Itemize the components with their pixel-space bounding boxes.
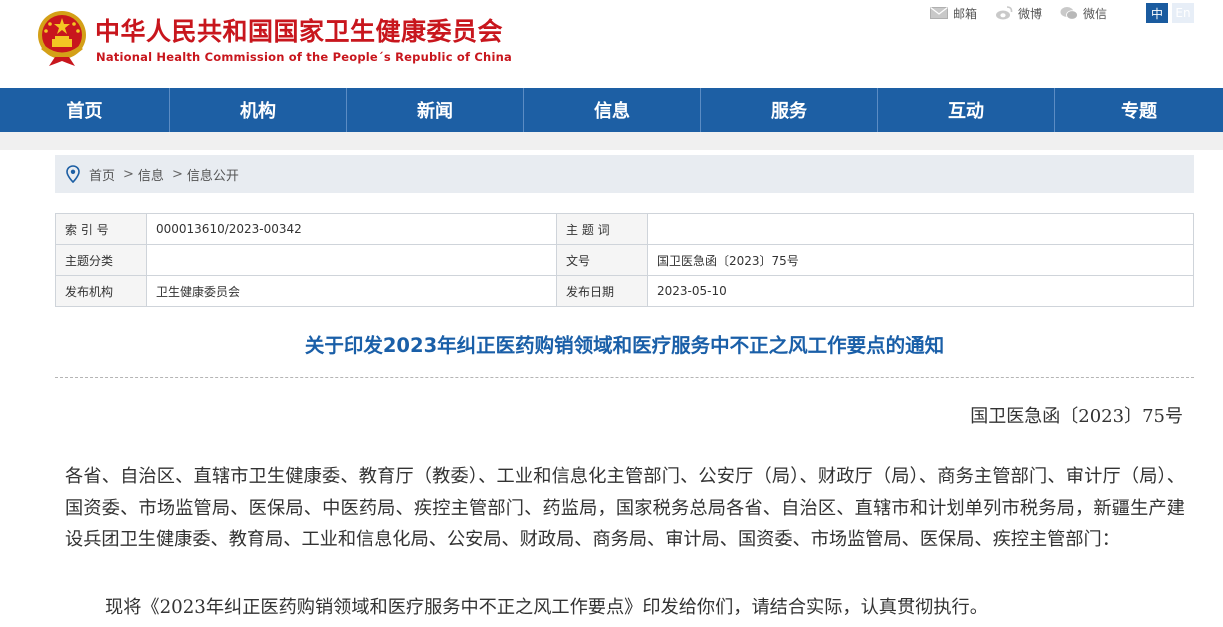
document-title: 关于印发2023年纠正医药购销领域和医疗服务中不正之风工作要点的通知 (304, 334, 945, 357)
top-links: 邮箱 微博 微信 (930, 4, 1125, 22)
nav-item-topics[interactable]: 专题 (1055, 88, 1223, 132)
wechat-icon (1060, 7, 1078, 20)
nav-item-services[interactable]: 服务 (701, 88, 878, 132)
mail-icon (930, 7, 948, 19)
mail-link-label: 邮箱 (953, 6, 978, 21)
breadcrumb-item-disclosure[interactable]: 信息公开 (187, 165, 239, 184)
breadcrumb: 首页 > 信息 > 信息公开 (55, 155, 1194, 193)
table-row: 索 引 号 000013610/2023-00342 主 题 词 (55, 213, 1194, 245)
meta-label: 主 题 词 (556, 213, 648, 245)
site-title: 中华人民共和国国家卫生健康委员会 (95, 17, 504, 46)
weibo-icon (996, 6, 1013, 20)
nav-item-organization[interactable]: 机构 (170, 88, 347, 132)
nav-item-news[interactable]: 新闻 (347, 88, 524, 132)
document-meta-table: 索 引 号 000013610/2023-00342 主 题 词 主题分类 文号… (55, 213, 1194, 307)
breadcrumb-separator: > (123, 166, 134, 182)
breadcrumb-item-information[interactable]: 信息 (138, 165, 164, 184)
meta-label: 发布日期 (556, 275, 648, 307)
site-subtitle: National Health Commission of the People… (96, 50, 512, 64)
meta-value: 2023-05-10 (647, 275, 1194, 307)
meta-value: 国卫医急函〔2023〕75号 (647, 244, 1194, 276)
wechat-link[interactable]: 微信 (1060, 5, 1107, 22)
nav-item-home[interactable]: 首页 (0, 88, 170, 132)
wechat-link-label: 微信 (1083, 6, 1108, 21)
meta-label: 文号 (556, 244, 648, 276)
table-row: 主题分类 文号 国卫医急函〔2023〕75号 (55, 244, 1194, 276)
breadcrumb-item-home[interactable]: 首页 (89, 165, 115, 184)
site-header: 中华人民共和国国家卫生健康委员会 National Health Commiss… (0, 0, 1223, 88)
meta-value: 卫生健康委员会 (146, 275, 557, 307)
mail-link[interactable]: 邮箱 (930, 5, 977, 22)
nav-item-interaction[interactable]: 互动 (878, 88, 1055, 132)
weibo-link-label: 微博 (1018, 6, 1043, 21)
document-number: 国卫医急函〔2023〕75号 (970, 406, 1183, 427)
main-nav: 首页 机构 新闻 信息 服务 互动 专题 (0, 88, 1223, 132)
meta-label: 主题分类 (55, 244, 147, 276)
breadcrumb-separator: > (171, 166, 183, 182)
meta-value (647, 213, 1194, 245)
meta-value: 000013610/2023-00342 (146, 213, 557, 245)
meta-label: 发布机构 (55, 275, 147, 307)
document-body: 现将《2023年纠正医药购销领域和医疗服务中不正之风工作要点》印发给你们，请结合… (105, 597, 988, 618)
nav-item-information[interactable]: 信息 (524, 88, 701, 132)
nav-shadow-band (0, 132, 1223, 150)
weibo-link[interactable]: 微博 (995, 5, 1042, 22)
title-divider (55, 377, 1194, 378)
document-recipients: 各省、自治区、直辖市卫生健康委、教育厅（教委）、工业和信息化主管部门、公安厅（局… (65, 466, 1185, 550)
national-emblem-icon[interactable] (35, 9, 89, 67)
meta-value (146, 244, 557, 276)
table-row: 发布机构 卫生健康委员会 发布日期 2023-05-10 (55, 275, 1194, 307)
lang-zh-button[interactable]: 中 (1146, 3, 1168, 23)
location-pin-icon (66, 165, 80, 183)
meta-label: 索 引 号 (55, 213, 147, 245)
lang-en-button[interactable]: En (1172, 3, 1194, 23)
